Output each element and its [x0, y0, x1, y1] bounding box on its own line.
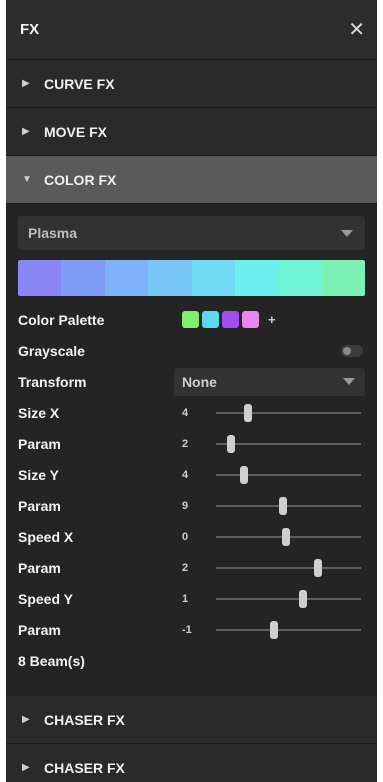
palette-swatch[interactable] — [222, 311, 239, 328]
slider-value: -1 — [182, 623, 192, 636]
slider-thumb[interactable] — [243, 403, 252, 422]
section-move-fx[interactable]: ▶ MOVE FX — [6, 108, 377, 156]
slider-track[interactable] — [216, 496, 361, 515]
slider-track[interactable] — [216, 558, 361, 577]
slider-thumb[interactable] — [239, 465, 248, 484]
grayscale-toggle[interactable] — [341, 344, 363, 357]
close-icon[interactable]: ✕ — [348, 17, 365, 42]
slider-label: Size X — [18, 404, 60, 421]
preview-segment — [104, 260, 149, 296]
preview-segment — [61, 260, 105, 296]
fx-panel: FX ✕ ▶ CURVE FX ▶ MOVE FX ▼ COLOR FX Pla… — [6, 0, 377, 782]
slider-value: 9 — [182, 499, 189, 512]
preview-segment — [18, 260, 62, 296]
color-palette-row: Color Palette + — [18, 304, 365, 335]
slider-thumb[interactable] — [299, 589, 307, 608]
transform-row: Transform None — [18, 366, 365, 397]
slider-value: 2 — [182, 437, 189, 450]
slider-value: 4 — [182, 468, 189, 481]
palette-swatch[interactable] — [202, 311, 219, 328]
transform-value: None — [181, 373, 217, 390]
transform-select[interactable]: None — [173, 367, 365, 396]
palette-swatch[interactable] — [242, 311, 259, 328]
color-fx-body: Plasma Color Palette + Grayscale Transfo… — [6, 204, 377, 677]
section-label: CURVE FX — [44, 75, 115, 92]
chevron-down-icon: ▼ — [22, 174, 32, 185]
palette-swatches — [182, 311, 262, 328]
slider-list: Size X 4 Param 2 Size Y 4 Param 9 Speed X 0 Param 2… — [18, 397, 365, 645]
slider-value: 0 — [182, 530, 189, 543]
slider-track[interactable] — [216, 527, 361, 546]
slider-value: 2 — [182, 561, 189, 574]
slider-thumb[interactable] — [226, 434, 235, 453]
slider-label: Param — [18, 559, 61, 576]
slider-thumb[interactable] — [313, 558, 322, 577]
slider-value: 1 — [182, 592, 189, 605]
preview-segment — [278, 260, 322, 296]
section-chaser-fx[interactable]: ▶ CHASER FX — [6, 744, 377, 782]
section-curve-fx[interactable]: ▶ CURVE FX — [6, 60, 377, 108]
transform-label: Transform — [18, 373, 87, 390]
chevron-right-icon: ▶ — [22, 714, 30, 725]
panel-title: FX — [20, 21, 40, 38]
slider-track[interactable] — [216, 434, 361, 453]
section-label: MOVE FX — [44, 123, 108, 140]
color-preview-bar — [18, 260, 365, 296]
chevron-right-icon: ▶ — [22, 126, 30, 137]
slider-row: Size X 4 — [18, 397, 365, 428]
caret-down-icon — [343, 378, 355, 385]
slider-row: Param -1 — [18, 614, 365, 645]
slider-track[interactable] — [216, 403, 361, 422]
preview-segment — [191, 260, 235, 296]
section-color-fx[interactable]: ▼ COLOR FX — [6, 156, 377, 204]
slider-row: Size Y 4 — [18, 459, 365, 490]
slider-label: Speed Y — [18, 590, 73, 607]
slider-row: Speed X 0 — [18, 521, 365, 552]
caret-down-icon — [341, 229, 353, 237]
effect-select[interactable]: Plasma — [18, 216, 365, 250]
slider-row: Param 9 — [18, 490, 365, 521]
grayscale-label: Grayscale — [18, 342, 85, 359]
section-label: COLOR FX — [44, 171, 117, 188]
preview-segment — [148, 260, 192, 296]
slider-label: Param — [18, 435, 61, 452]
section-label: CHASER FX — [44, 711, 125, 728]
slider-label: Param — [18, 497, 61, 514]
add-color-button[interactable]: + — [268, 312, 276, 327]
slider-row: Param 2 — [18, 552, 365, 583]
slider-label: Speed X — [18, 528, 74, 545]
slider-track[interactable] — [216, 465, 361, 484]
slider-row: Speed Y 1 — [18, 583, 365, 614]
toggle-knob — [343, 346, 351, 355]
slider-row: Param 2 — [18, 428, 365, 459]
palette-swatch[interactable] — [182, 311, 199, 328]
chevron-right-icon: ▶ — [22, 762, 30, 773]
section-chaser-fx[interactable]: ▶ CHASER FX — [6, 696, 377, 744]
slider-thumb[interactable] — [281, 527, 290, 546]
effect-select-value: Plasma — [28, 225, 78, 241]
slider-thumb[interactable] — [278, 496, 287, 515]
panel-header: FX ✕ — [6, 0, 377, 60]
preview-segment — [234, 260, 279, 296]
slider-track[interactable] — [216, 620, 361, 639]
slider-label: Param — [18, 621, 61, 638]
slider-track[interactable] — [216, 589, 361, 608]
section-label: CHASER FX — [44, 759, 125, 776]
chevron-right-icon: ▶ — [22, 78, 30, 89]
slider-label: Size Y — [18, 466, 59, 483]
preview-segment — [321, 260, 365, 296]
slider-value: 4 — [182, 406, 189, 419]
beam-count: 8 Beam(s) — [18, 653, 85, 669]
color-palette-label: Color Palette — [18, 311, 105, 328]
slider-thumb[interactable] — [270, 620, 278, 639]
grayscale-row: Grayscale — [18, 335, 365, 366]
